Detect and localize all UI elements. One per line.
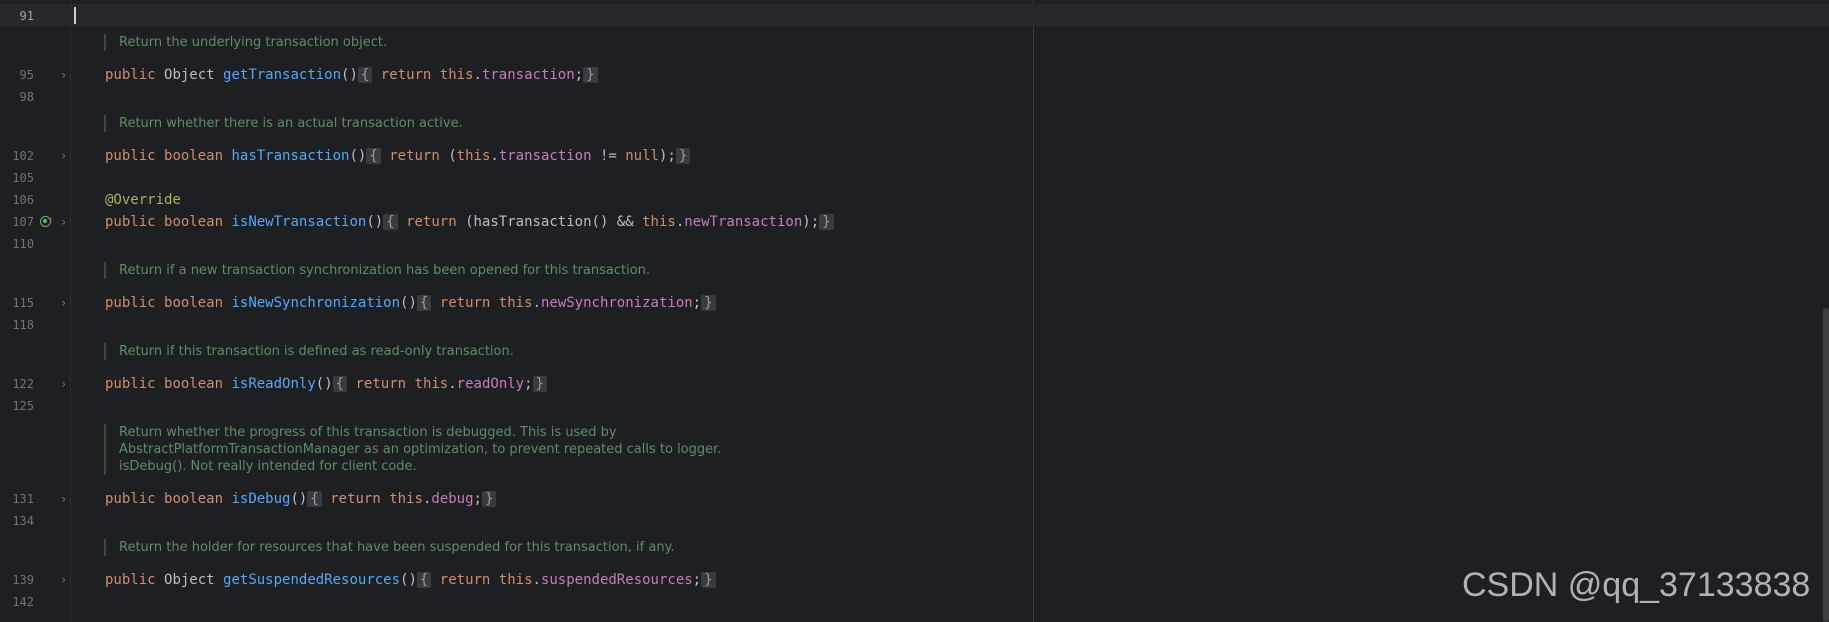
doc-text: Return if a new transaction synchronizat… bbox=[119, 263, 651, 278]
code-line-91[interactable]: 91 bbox=[0, 5, 1829, 27]
code-line-95[interactable]: 95 › public Object getTransaction(){ ret… bbox=[0, 64, 1829, 86]
line-number: 105 bbox=[12, 171, 34, 185]
method-get-transaction: public Object getTransaction(){ return t… bbox=[105, 64, 598, 86]
code-line-115[interactable]: 115 › public boolean isNewSynchronizatio… bbox=[0, 292, 1829, 314]
doc-comment-has-transaction[interactable]: Return whether there is an actual transa… bbox=[104, 115, 463, 132]
fold-chevron-icon[interactable]: › bbox=[60, 292, 67, 314]
doc-comment-is-read-only[interactable]: Return if this transaction is defined as… bbox=[104, 343, 514, 360]
method-is-new-transaction: public boolean isNewTransaction(){ retur… bbox=[105, 211, 834, 233]
code-line-105[interactable]: 105 bbox=[0, 167, 1829, 189]
code-line-107[interactable]: 107 ↑ › public boolean isNewTransaction(… bbox=[0, 211, 1829, 233]
line-number: 91 bbox=[19, 9, 34, 23]
method-get-suspended-resources: public Object getSuspendedResources(){ r… bbox=[105, 569, 716, 591]
doc-text: Return the underlying transaction object… bbox=[119, 35, 388, 50]
line-number: 139 bbox=[12, 573, 34, 587]
fold-chevron-icon[interactable]: › bbox=[60, 211, 67, 233]
line-number: 98 bbox=[19, 90, 34, 104]
line-number: 110 bbox=[12, 237, 34, 251]
watermark: CSDN @qq_37133838 bbox=[1462, 566, 1811, 604]
code-line-118[interactable]: 118 bbox=[0, 314, 1829, 336]
fold-chevron-icon[interactable]: › bbox=[60, 64, 67, 86]
line-number: 142 bbox=[12, 595, 34, 609]
method-is-read-only: public boolean isReadOnly(){ return this… bbox=[105, 373, 547, 395]
line-number: 125 bbox=[12, 399, 34, 413]
doc-text: Return if this transaction is defined as… bbox=[119, 344, 514, 359]
line-number: 102 bbox=[12, 149, 34, 163]
fold-chevron-icon[interactable]: › bbox=[60, 569, 67, 591]
fold-chevron-icon[interactable]: › bbox=[60, 373, 67, 395]
line-number: 107 bbox=[12, 215, 34, 229]
method-is-new-synchronization: public boolean isNewSynchronization(){ r… bbox=[105, 292, 716, 314]
code-editor[interactable]: 91 Return the underlying transaction obj… bbox=[0, 0, 1829, 622]
code-line-106[interactable]: 106 @Override bbox=[0, 189, 1829, 211]
doc-comment-is-new-synchronization[interactable]: Return if a new transaction synchronizat… bbox=[104, 262, 650, 279]
code-line-131[interactable]: 131 › public boolean isDebug(){ return t… bbox=[0, 488, 1829, 510]
code-line-110[interactable]: 110 bbox=[0, 233, 1829, 255]
doc-text: AbstractPlatformTransactionManager as an… bbox=[119, 442, 722, 457]
code-line-98[interactable]: 98 bbox=[0, 86, 1829, 108]
doc-comment-get-suspended-resources[interactable]: Return the holder for resources that hav… bbox=[104, 539, 675, 556]
line-number: 122 bbox=[12, 377, 34, 391]
doc-comment-is-debug[interactable]: Return whether the progress of this tran… bbox=[104, 424, 721, 475]
collapsed-body[interactable]: { bbox=[357, 67, 373, 83]
override-annotation: @Override bbox=[105, 192, 181, 208]
doc-text: isDebug(). Not really intended for clien… bbox=[119, 459, 417, 474]
doc-text: Return whether there is an actual transa… bbox=[119, 116, 463, 131]
method-has-transaction: public boolean hasTransaction(){ return … bbox=[105, 145, 691, 167]
line-number: 118 bbox=[12, 318, 34, 332]
fold-chevron-icon[interactable]: › bbox=[60, 145, 67, 167]
line-number: 106 bbox=[12, 193, 34, 207]
doc-comment-get-transaction[interactable]: Return the underlying transaction object… bbox=[104, 34, 387, 51]
method-is-debug: public boolean isDebug(){ return this.de… bbox=[105, 488, 497, 510]
code-line-125[interactable]: 125 bbox=[0, 395, 1829, 417]
line-number: 115 bbox=[12, 296, 34, 310]
override-arrow-icon: ↑ bbox=[48, 216, 54, 226]
line-number: 134 bbox=[12, 514, 34, 528]
line-number: 95 bbox=[19, 68, 34, 82]
fold-chevron-icon[interactable]: › bbox=[60, 488, 67, 510]
doc-text: Return the holder for resources that hav… bbox=[119, 540, 675, 555]
code-line-122[interactable]: 122 › public boolean isReadOnly(){ retur… bbox=[0, 373, 1829, 395]
doc-text: Return whether the progress of this tran… bbox=[119, 425, 617, 440]
line-number: 131 bbox=[12, 492, 34, 506]
code-line-102[interactable]: 102 › public boolean hasTransaction(){ r… bbox=[0, 145, 1829, 167]
vertical-scrollbar-thumb[interactable] bbox=[1823, 308, 1829, 622]
code-line-134[interactable]: 134 bbox=[0, 510, 1829, 532]
